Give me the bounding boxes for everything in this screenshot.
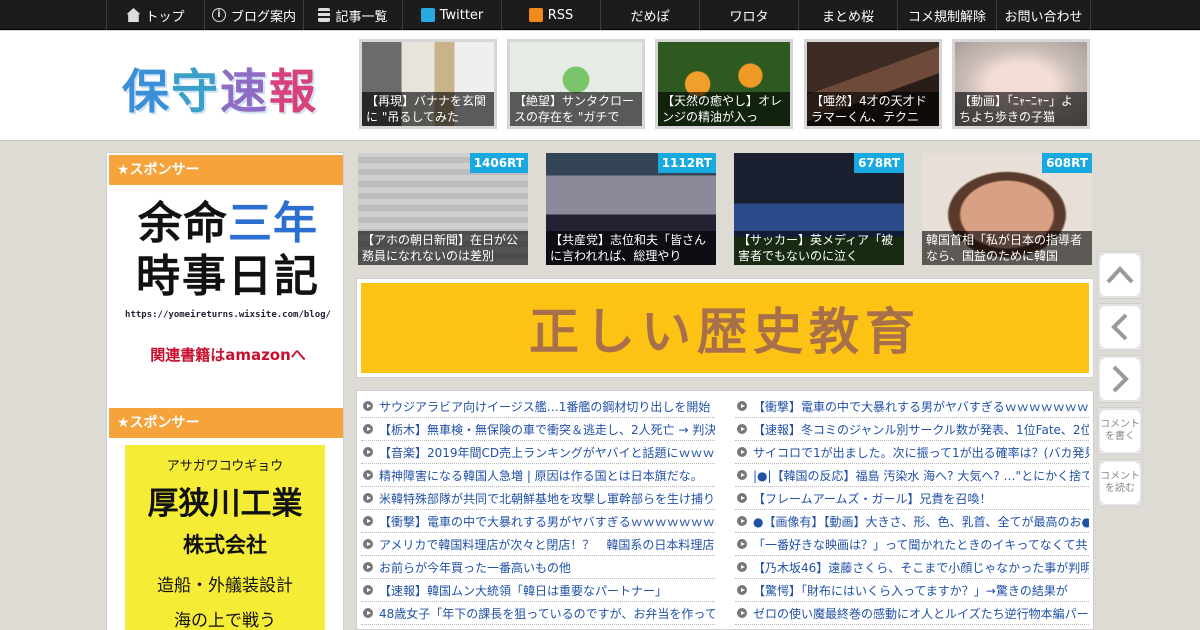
bullet-arrow-icon	[737, 470, 747, 480]
list-item[interactable]: |●|【韓国の反応】福島 汚染水 海へ? 大気へ? …"とにかく捨てる	[735, 464, 1089, 487]
list-item[interactable]: ●【画像有】【動画】大きさ、形、色、乳首、全てが最高のお●	[735, 510, 1089, 533]
list-item[interactable]: 【衝撃】電車の中で大暴れする男がヤバすぎるｗｗｗｗｗｗｗ	[361, 510, 715, 533]
nav-blog-guide[interactable]: i ブログ案内	[205, 0, 304, 30]
ranking-item-asahi[interactable]: 1406RT 【アホの朝日新聞】在日が公務員になれないのは差別	[358, 153, 528, 265]
top-navigation: トップ i ブログ案内 記事一覧 Twitter RSS だめぽ ワロタ まとめ桜…	[0, 0, 1200, 30]
thumb-caption: 【再現】バナナを玄関に "吊るしてみた	[362, 92, 494, 126]
bullet-arrow-icon	[737, 608, 747, 618]
nav-damepo[interactable]: だめぽ	[601, 0, 700, 30]
bullet-arrow-icon	[363, 470, 373, 480]
prev-article-button[interactable]	[1097, 303, 1143, 351]
bullet-arrow-icon	[363, 562, 373, 572]
amazon-link[interactable]: 関連書籍はamazonへ	[123, 344, 333, 365]
header-thumb-orange[interactable]: 【天然の癒やし】オレンジの精油が入っ	[655, 39, 793, 129]
list-item[interactable]: 【速報】冬コミのジャンル別サークル数が発表、1位Fate、2位	[735, 418, 1089, 441]
bullet-arrow-icon	[737, 585, 747, 595]
bullet-arrow-icon	[363, 608, 373, 618]
bullet-arrow-icon	[363, 585, 373, 595]
thumb-caption: 【動画】「ﾆｬｰﾆｬｰ」よちよち歩きの子猫	[955, 92, 1087, 126]
write-comment-button[interactable]: コメント を書く	[1097, 407, 1143, 455]
thumb-caption: 【唖然】4才の天才ドラマーくん、テクニ	[807, 92, 939, 126]
bullet-arrow-icon	[737, 562, 747, 572]
list-item[interactable]: 【衝撃】電車の中で大暴れする男がヤバすぎるｗｗｗｗｗｗｗ	[735, 395, 1089, 418]
list-item[interactable]: 【乃木坂46】遠藤さくら、そこまで小顔じゃなかった事が判明	[735, 556, 1089, 579]
history-education-banner[interactable]: 正しい歴史教育	[356, 278, 1094, 378]
list-item[interactable]: 【フレームアームズ・ガール】兄貴を召喚！	[735, 487, 1089, 510]
headline-list-right: 【衝撃】電車の中で大暴れする男がヤバすぎるｗｗｗｗｗｗｗ 【速報】冬コミのジャン…	[735, 395, 1089, 625]
thumb-caption: 【天然の癒やし】オレンジの精油が入っ	[658, 92, 790, 126]
nav-contact[interactable]: お問い合わせ	[997, 0, 1091, 30]
rt-badge: 1406RT	[469, 153, 528, 173]
nav-twitter[interactable]: Twitter	[403, 0, 502, 30]
rt-badge: 608RT	[1042, 153, 1092, 173]
list-item[interactable]: 【驚愕】「財布にはいくら入ってますか？」→驚きの結果が	[735, 579, 1089, 602]
site-header: 保守速報 【再現】バナナを玄関に "吊るしてみた 【絶望】サンタクロースの存在を…	[0, 31, 1200, 141]
sponsor-heading: ★スポンサー	[109, 155, 343, 185]
header-thumb-kitten[interactable]: 【動画】「ﾆｬｰﾆｬｰ」よちよち歩きの子猫	[952, 39, 1090, 129]
nav-warota[interactable]: ワロタ	[700, 0, 799, 30]
list-item[interactable]: 「一番好きな映画は？」って聞かれたときのイキってなくて共	[735, 533, 1089, 556]
list-icon	[318, 8, 331, 22]
headline-list-left: サウジアラビア向けイージス艦…1番艦の鋼材切り出しを開始 【栃木】無車検・無保険…	[361, 395, 715, 625]
nav-matome-sakura[interactable]: まとめ桜	[799, 0, 898, 30]
chevron-up-icon	[1106, 266, 1134, 284]
home-icon	[126, 8, 141, 22]
list-item[interactable]: お前らが今年買った一番高いもの他	[361, 556, 715, 579]
headline-lists: サウジアラビア向けイージス艦…1番艦の鋼材切り出しを開始 【栃木】無車検・無保険…	[356, 390, 1094, 630]
bullet-arrow-icon	[737, 401, 747, 411]
list-item[interactable]: 精神障害になる韓国人急増 | 原因は作る国とは日本旗だな。	[361, 464, 715, 487]
bullet-arrow-icon	[737, 447, 747, 457]
list-item[interactable]: サイコロで1が出ました。次に振って1が出る確率は？(バカ発見	[735, 441, 1089, 464]
list-item[interactable]: アメリカで韓国料理店が次々と閉店！？ 韓国系の日本料理店	[361, 533, 715, 556]
ranking-item-soccer[interactable]: 678RT 【サッカー】英メディア「被害者でもないのに泣く	[734, 153, 904, 265]
nav-comment-unblock[interactable]: コメ規制解除	[898, 0, 997, 30]
scroll-top-button[interactable]	[1097, 251, 1143, 299]
bullet-arrow-icon	[363, 424, 373, 434]
list-item[interactable]: 48歳女子「年下の課長を狙っているのですが、お弁当を作って	[361, 602, 715, 625]
chevron-right-icon	[1112, 365, 1129, 393]
list-item[interactable]: 【音楽】2019年間CD売上ランキングがヤバイと話題にｗｗｗｗ	[361, 441, 715, 464]
next-article-button[interactable]	[1097, 355, 1143, 403]
list-item[interactable]: 【速報】韓国ムン大統領「韓日は重要なパートナー」	[361, 579, 715, 602]
read-comment-button[interactable]: コメント を読む	[1097, 459, 1143, 507]
bullet-arrow-icon	[737, 539, 747, 549]
bullet-arrow-icon	[363, 539, 373, 549]
thumb-caption: 韓国首相「私が日本の指導者なら、国益のために韓国	[922, 231, 1092, 265]
list-item[interactable]: 米韓特殊部隊が共同で北朝鮮基地を攻撃し軍幹部らを生け捕り	[361, 487, 715, 510]
nav-article-list[interactable]: 記事一覧	[304, 0, 403, 30]
twitter-icon	[420, 8, 435, 22]
info-icon: i	[211, 8, 226, 22]
rt-badge: 678RT	[854, 153, 904, 173]
sponsor-heading: ★スポンサー	[109, 408, 343, 438]
bullet-arrow-icon	[737, 516, 747, 526]
thumb-caption: 【サッカー】英メディア「被害者でもないのに泣く	[734, 231, 904, 265]
rss-icon	[528, 8, 543, 22]
nav-top[interactable]: トップ	[106, 0, 205, 30]
ranking-item-shii[interactable]: 1112RT 【共産党】志位和夫「皆さんに言われれば、総理やり	[546, 153, 716, 265]
chevron-left-icon	[1111, 313, 1128, 341]
asagawa-kogyo-ad[interactable]: アサガワコウギョウ 厚狭川工業 株式会社 造船・外艤装設計 海の上で戦う	[125, 445, 325, 630]
yomei-sannen-ad[interactable]: 余命三年 時事日記 https://yomeireturns.wixsite.c…	[123, 198, 333, 378]
site-logo[interactable]: 保守速報	[122, 53, 318, 122]
thumb-caption: 【絶望】サンタクロースの存在を "ガチで	[510, 92, 642, 126]
bullet-arrow-icon	[363, 493, 373, 503]
list-item[interactable]: ゼロの使い魔最終巻の感動にオ人とルイズたち逆行物本編パー	[735, 602, 1089, 625]
rt-badge: 1112RT	[657, 153, 716, 173]
bullet-arrow-icon	[363, 447, 373, 457]
bullet-arrow-icon	[363, 516, 373, 526]
thumb-caption: 【共産党】志位和夫「皆さんに言われれば、総理やり	[546, 231, 716, 265]
thumb-caption: 【アホの朝日新聞】在日が公務員になれないのは差別	[358, 231, 528, 265]
ranking-item-korea-pm[interactable]: 608RT 韓国首相「私が日本の指導者なら、国益のために韓国	[922, 153, 1092, 265]
bullet-arrow-icon	[737, 424, 747, 434]
header-thumb-drummer[interactable]: 【唖然】4才の天才ドラマーくん、テクニ	[804, 39, 942, 129]
bullet-arrow-icon	[737, 493, 747, 503]
sidebar: ★スポンサー 余命三年 時事日記 https://yomeireturns.wi…	[106, 152, 344, 630]
nav-rss[interactable]: RSS	[502, 0, 601, 30]
bullet-arrow-icon	[363, 401, 373, 411]
header-thumb-banana[interactable]: 【再現】バナナを玄関に "吊るしてみた	[359, 39, 497, 129]
list-item[interactable]: 【栃木】無車検・無保険の車で衝突＆逃走し、2人死亡 → 判決	[361, 418, 715, 441]
header-thumb-santa[interactable]: 【絶望】サンタクロースの存在を "ガチで	[507, 39, 645, 129]
list-item[interactable]: サウジアラビア向けイージス艦…1番艦の鋼材切り出しを開始	[361, 395, 715, 418]
